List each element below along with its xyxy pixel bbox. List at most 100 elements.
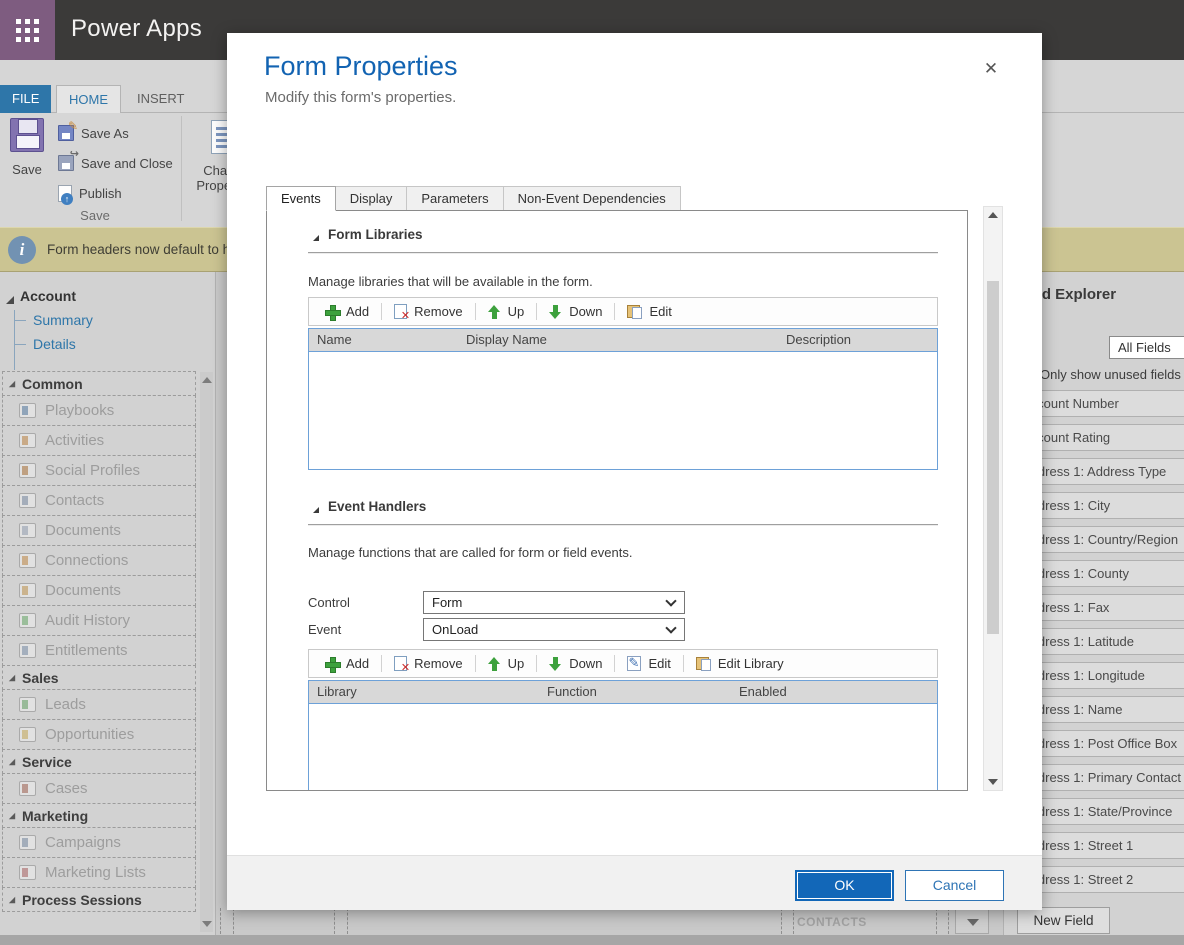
sidebar-item-documents[interactable]: Documents [2, 575, 196, 606]
edit-copy-icon [696, 657, 711, 671]
scroll-down-icon[interactable] [202, 921, 212, 927]
tab-parameters[interactable]: Parameters [407, 186, 503, 211]
form-libraries-heading[interactable]: Form Libraries [312, 227, 423, 242]
field-filter-select[interactable]: All Fields [1109, 336, 1184, 359]
sidebar-section-process-sessions[interactable]: Process Sessions [2, 887, 196, 912]
ribbon-tab-file[interactable]: FILE [0, 85, 51, 113]
unused-fields-checkbox[interactable]: Only show unused fields [1022, 367, 1181, 382]
collapse-triangle-icon [313, 235, 319, 241]
column-header-description: Description [786, 332, 851, 347]
event-handlers-heading[interactable]: Event Handlers [312, 499, 426, 514]
sidebar-item-audit-history[interactable]: Audit History [2, 605, 196, 636]
close-icon[interactable]: ✕ [979, 57, 1003, 81]
up-button[interactable]: Up [476, 298, 537, 325]
ok-button[interactable]: OK [795, 870, 894, 901]
tree-tick [14, 320, 26, 321]
remove-button[interactable]: Remove [382, 650, 474, 677]
entity-section-header[interactable]: Account [6, 288, 76, 304]
column-header-library: Library [317, 684, 357, 699]
tab-non-event-dependencies[interactable]: Non-Event Dependencies [504, 186, 681, 211]
form-libraries-toolbar: AddRemoveUpDown Edit [308, 297, 938, 326]
entitlements-icon [19, 643, 36, 658]
sidebar-item-leads[interactable]: Leads [2, 689, 196, 720]
sidebar-item-entitlements[interactable]: Entitlements [2, 635, 196, 666]
tab-display[interactable]: Display [336, 186, 408, 211]
sidebar-section-sales[interactable]: Sales [2, 665, 196, 690]
collapse-triangle-icon [313, 507, 319, 513]
dialog-scrollbar[interactable] [983, 206, 1003, 791]
save-and-close-button[interactable]: Save and Close [58, 152, 173, 174]
events-tab-panel: Form Libraries Manage libraries that wil… [266, 210, 968, 791]
control-select[interactable]: Form [423, 591, 685, 614]
ribbon-tab-insert[interactable]: INSERT [125, 85, 196, 113]
sidebar-section-service[interactable]: Service [2, 749, 196, 774]
table-header-row: NameDisplay NameDescription [309, 329, 937, 352]
canvas-column-divider [334, 908, 335, 934]
sidebar-scrollbar[interactable] [200, 372, 213, 932]
save-as-button[interactable]: Save As [58, 122, 129, 144]
sidebar-section-label: Sales [22, 670, 59, 686]
edit-button[interactable]: Edit [615, 298, 683, 325]
ribbon-tab-home[interactable]: HOME [56, 85, 121, 113]
tab-events[interactable]: Events [266, 186, 336, 211]
sidebar-item-cases[interactable]: Cases [2, 773, 196, 804]
publish-button[interactable]: Publish [58, 182, 122, 204]
cancel-button[interactable]: Cancel [905, 870, 1004, 901]
scrollbar-thumb[interactable] [987, 281, 999, 634]
canvas-column-divider [936, 908, 937, 934]
form-properties-dialog: Form Properties Modify this form's prope… [227, 33, 1042, 910]
publish-icon [58, 185, 72, 202]
event-handlers-table[interactable]: LibraryFunctionEnabled [308, 680, 938, 791]
app-launcher-button[interactable] [0, 0, 55, 60]
save-button[interactable]: Save [4, 118, 50, 208]
documents-icon [19, 583, 36, 598]
sidebar-item-contacts[interactable]: Contacts [2, 485, 196, 516]
section-dropdown-button[interactable] [955, 908, 989, 934]
remove-button[interactable]: Remove [382, 298, 474, 325]
sidebar-item-documents[interactable]: Documents [2, 515, 196, 546]
sidebar-item-opportunities[interactable]: Opportunities [2, 719, 196, 750]
event-select[interactable]: OnLoad [423, 618, 685, 641]
form-tab-details[interactable]: Details [33, 336, 76, 352]
column-header-name: Name [317, 332, 352, 347]
down-button[interactable]: Down [537, 298, 614, 325]
form-libraries-table[interactable]: NameDisplay NameDescription [308, 328, 938, 470]
toolbar-button-label: Edit [649, 304, 671, 319]
sidebar-item-marketing-lists[interactable]: Marketing Lists [2, 857, 196, 888]
add-icon [325, 305, 339, 319]
down-arrow-icon [549, 305, 562, 319]
collapse-triangle-icon [9, 758, 15, 764]
form-tab-summary[interactable]: Summary [33, 312, 93, 328]
scroll-up-icon[interactable] [202, 377, 212, 383]
sidebar-item-campaigns[interactable]: Campaigns [2, 827, 196, 858]
edit-button[interactable]: Edit [615, 650, 682, 677]
up-button[interactable]: Up [476, 650, 537, 677]
up-arrow-icon [488, 657, 501, 671]
sidebar-section-marketing[interactable]: Marketing [2, 803, 196, 828]
tree-line [14, 310, 24, 370]
scroll-up-icon[interactable] [988, 212, 998, 218]
add-button[interactable]: Add [313, 298, 381, 325]
navigation-list: Common Playbooks ActivitiesSocial Profiles… [2, 372, 196, 912]
edit-library-button[interactable]: Edit Library [684, 650, 796, 677]
sidebar-item-social-profiles[interactable]: Social Profiles [2, 455, 196, 486]
collapse-triangle-icon [9, 674, 15, 680]
toolbar-button-label: Edit [648, 656, 670, 671]
new-field-button[interactable]: New Field [1017, 907, 1110, 934]
sidebar-section-common[interactable]: Common [2, 371, 196, 396]
audit-history-icon [19, 613, 36, 628]
table-header-row: LibraryFunctionEnabled [309, 681, 937, 704]
sidebar-item-connections[interactable]: Connections [2, 545, 196, 576]
add-button[interactable]: Add [313, 650, 381, 677]
sidebar-item-activities[interactable]: Activities [2, 425, 196, 456]
sidebar-item-label: Contacts [45, 492, 104, 509]
remove-icon [394, 304, 407, 319]
down-button[interactable]: Down [537, 650, 614, 677]
scroll-down-icon[interactable] [988, 779, 998, 785]
sidebar-item-label: Connections [45, 552, 128, 569]
sidebar-section-label: Service [22, 754, 72, 770]
sidebar-item-playbooks[interactable]: Playbooks [2, 395, 196, 426]
up-arrow-icon [488, 305, 501, 319]
sidebar-item-label: Playbooks [45, 402, 114, 419]
playbooks-icon [19, 403, 36, 418]
